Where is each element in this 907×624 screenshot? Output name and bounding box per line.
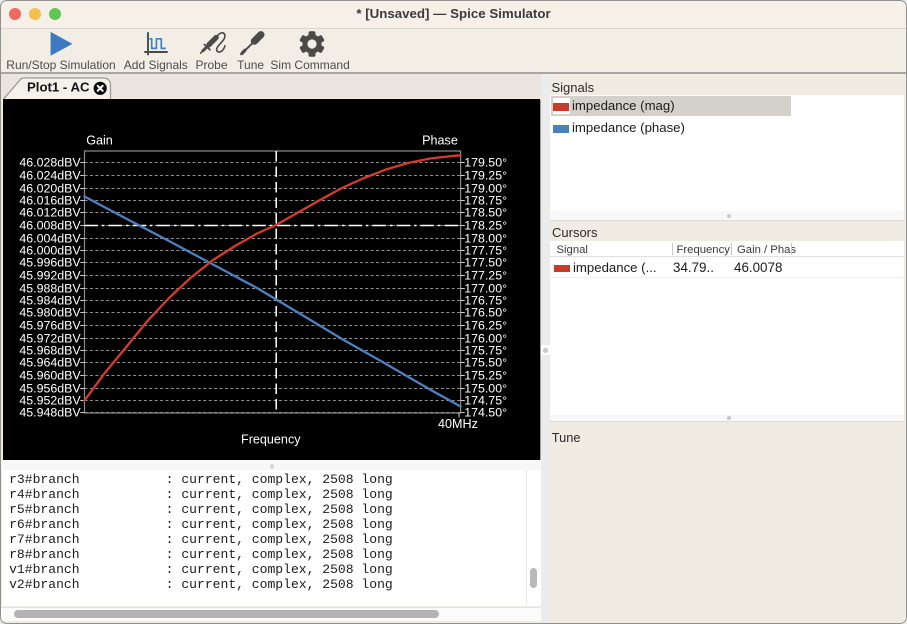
svg-text:176.25°: 176.25° bbox=[464, 318, 507, 332]
svg-text:175.25°: 175.25° bbox=[464, 368, 507, 382]
svg-text:45.996dBV: 45.996dBV bbox=[19, 255, 81, 269]
svg-text:177.50°: 177.50° bbox=[464, 255, 507, 269]
svg-text:Gain: Gain bbox=[86, 133, 113, 147]
svg-text:45.976dBV: 45.976dBV bbox=[19, 318, 81, 332]
svg-text:178.25°: 178.25° bbox=[464, 218, 507, 232]
svg-text:45.980dBV: 45.980dBV bbox=[19, 305, 81, 319]
svg-text:178.50°: 178.50° bbox=[464, 205, 507, 219]
svg-text:179.25°: 179.25° bbox=[464, 168, 507, 182]
svg-text:175.50°: 175.50° bbox=[464, 355, 507, 369]
svg-text:46.024dBV: 46.024dBV bbox=[19, 168, 81, 182]
svg-text:46.028dBV: 46.028dBV bbox=[19, 155, 81, 169]
svg-text:45.992dBV: 45.992dBV bbox=[19, 268, 81, 282]
svg-text:45.964dBV: 45.964dBV bbox=[19, 355, 81, 369]
svg-text:Phase: Phase bbox=[422, 133, 458, 147]
svg-text:46.008dBV: 46.008dBV bbox=[19, 218, 81, 232]
svg-text:177.25°: 177.25° bbox=[464, 268, 507, 282]
svg-text:Frequency: Frequency bbox=[241, 432, 301, 446]
svg-text:Plot1 - AC: Plot1 - AC bbox=[27, 79, 90, 94]
svg-text:45.960dBV: 45.960dBV bbox=[19, 368, 81, 382]
svg-text:176.50°: 176.50° bbox=[464, 305, 507, 319]
svg-text:179.50°: 179.50° bbox=[464, 155, 507, 169]
svg-text:45.948dBV: 45.948dBV bbox=[19, 405, 81, 419]
svg-text:40MHz: 40MHz bbox=[438, 417, 478, 431]
svg-text:46.012dBV: 46.012dBV bbox=[19, 205, 81, 219]
